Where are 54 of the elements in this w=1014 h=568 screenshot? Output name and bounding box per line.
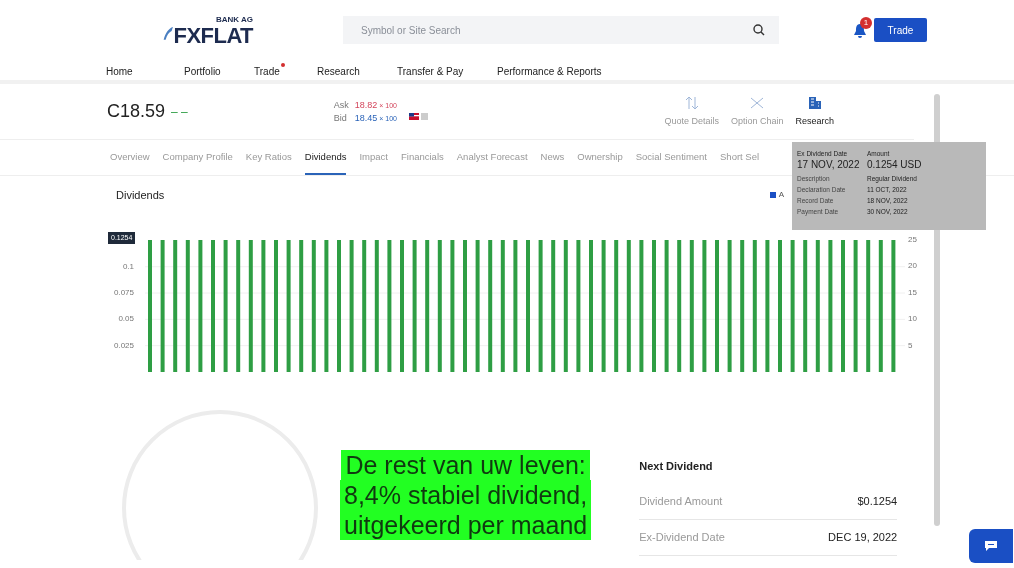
tab[interactable]: Ownership [577,149,623,175]
field-value: $0.1254 [857,494,898,510]
field-label: Dividend Amount [639,494,723,510]
legend-label: A [778,189,784,201]
tab[interactable]: Short Sel [720,149,760,175]
nav-link[interactable]: Research [317,64,365,79]
tab[interactable]: Key Ratios [245,149,292,175]
tab[interactable]: Overview [110,149,150,175]
chat-icon [985,541,997,551]
notification-badge: 1 [860,17,872,29]
tab[interactable]: Analyst Forecast [456,149,528,175]
axis-label: 0.025 [112,341,134,350]
legend-marker [769,192,776,198]
ask-label: Ask [333,98,349,112]
tab[interactable]: Dividends [304,149,347,175]
tooltip-value: 17 NOV, 2022 [797,159,861,171]
flag-icon [409,113,429,120]
quick-link[interactable]: Option Chain [730,94,784,129]
tab[interactable]: Impact [359,149,388,175]
axis-label: 15 [908,288,917,297]
axis-label: 5 [908,341,913,350]
tab[interactable]: News [540,149,565,175]
nav-link[interactable]: Trade [254,64,285,79]
panel-title: Next Dividend [639,459,714,474]
price-change: – – [171,103,188,121]
section-title: Dividends [116,187,165,203]
building-icon [806,94,823,111]
trade-button[interactable]: Trade [874,18,927,42]
axis-label: 10 [908,315,917,324]
tooltip-value: 0.1254 USD [867,159,923,171]
axis-label: 25 [908,236,917,244]
bid-label: Bid [333,111,348,125]
quick-link[interactable]: Quote Details [664,94,719,129]
field-value: DEC 19, 2022 [828,530,898,546]
tab[interactable]: Company Profile [162,149,233,175]
stock-price: C18.59 [107,100,166,123]
tab[interactable]: Social Sentiment [635,149,707,175]
search-icon [753,24,765,36]
axis-label: 0.075 [112,289,134,298]
logo-text: FXFLAT [173,24,253,48]
logo-tag: BANK AG [215,16,253,24]
chat-button[interactable] [969,529,1013,563]
nav-link[interactable]: Performance & Reports [497,64,607,79]
quick-link[interactable]: Research [795,94,834,129]
axis-label: 20 [908,262,917,271]
axis-label: 0.05 [117,315,134,324]
axis-label: 0.1 [121,262,134,271]
arrows-icon [683,94,700,111]
field-label: Ex-Dividend Date [639,530,725,546]
nav-link[interactable]: Home [106,64,138,79]
nav-link[interactable]: Transfer & Pay [397,64,469,79]
tab[interactable]: Financials [401,149,444,175]
nav-link[interactable]: Portfolio [184,64,226,79]
search-field[interactable]: Symbol or Site Search [343,16,779,44]
